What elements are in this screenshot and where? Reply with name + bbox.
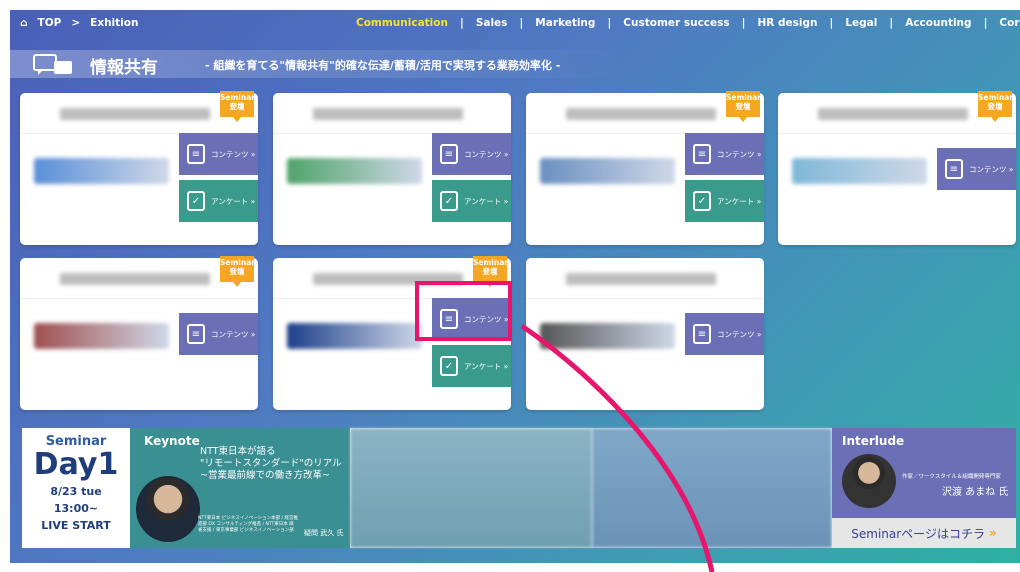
- interlude-label: Interlude: [842, 434, 905, 448]
- exhibitor-card[interactable]: ≡ コンテンツ » ✓ アンケート »: [273, 93, 511, 245]
- live-start-label: LIVE START: [41, 519, 111, 532]
- interlude-speaker-name: 沢渡 あまね 氏: [942, 487, 1009, 498]
- breadcrumb-exhibition[interactable]: Exhition: [90, 17, 138, 29]
- exhibitor-name: [60, 108, 210, 120]
- exhibitor-card[interactable]: Seminar 登壇 ≡ コンテンツ »: [778, 91, 1016, 245]
- exhibitor-logo: [287, 323, 422, 349]
- content-button[interactable]: ≡ コンテンツ »: [432, 133, 511, 175]
- survey-button[interactable]: ✓ アンケート »: [432, 180, 511, 222]
- nav-divider: |: [741, 17, 746, 29]
- document-icon: ≡: [187, 144, 205, 164]
- breadcrumb-home[interactable]: TOP: [38, 17, 62, 29]
- checkbox-icon: ✓: [440, 356, 458, 376]
- nav-accounting[interactable]: Accounting: [899, 17, 977, 29]
- breadcrumb-separator: >: [71, 17, 81, 29]
- survey-button[interactable]: ✓ アンケート »: [179, 180, 258, 222]
- document-icon: ≡: [693, 144, 711, 164]
- seminar-badge: Seminar 登壇: [220, 256, 255, 287]
- page-title: 情報共有: [90, 58, 158, 78]
- seminar-badge: Seminar 登壇: [978, 91, 1013, 122]
- session-panel-blurred: [350, 428, 592, 548]
- document-icon: ≡: [945, 159, 963, 179]
- content-button[interactable]: ≡ コンテンツ »: [685, 313, 764, 355]
- exhibitor-logo: [287, 158, 422, 184]
- category-nav: Communication | Sales | Marketing | Cust…: [350, 17, 1020, 29]
- breadcrumb: ⌂ TOP > Exhition: [20, 17, 138, 29]
- seminar-banner[interactable]: Seminar Day1 8/23 tue 13:00~ LIVE START …: [22, 428, 1016, 548]
- nav-divider: |: [459, 17, 464, 29]
- exhibitor-name: [566, 273, 716, 285]
- interlude-speaker-photo: [842, 454, 896, 508]
- keynote-label: Keynote: [144, 434, 200, 448]
- nav-communication[interactable]: Communication: [350, 17, 454, 29]
- exhibitor-card[interactable]: Seminar 登壇 ≡ コンテンツ » ✓ アンケート »: [20, 91, 258, 245]
- document-icon: ≡: [440, 144, 458, 164]
- keynote-speaker-affiliation: NTT東日本 ビジネスイノベーション本部 / 経営推進部 DX コンサルティング…: [198, 516, 299, 533]
- seminar-day-panel: Seminar Day1 8/23 tue 13:00~ LIVE START: [22, 428, 130, 548]
- nav-marketing[interactable]: Marketing: [529, 17, 601, 29]
- checkbox-icon: ✓: [440, 191, 458, 211]
- session-panel-blurred: [592, 428, 832, 548]
- exhibitor-logo: [34, 323, 169, 349]
- seminar-badge: Seminar 登壇: [473, 256, 508, 287]
- chevron-right-icon: »: [988, 526, 997, 540]
- exhibitor-name: [313, 108, 463, 120]
- exhibitor-card[interactable]: Seminar 登壇 ≡ コンテンツ » ✓ アンケート »: [526, 91, 764, 245]
- exhibitor-card[interactable]: Seminar 登壇 ≡ コンテンツ »: [20, 256, 258, 410]
- nav-divider: |: [607, 17, 612, 29]
- exhibitor-logo: [540, 158, 675, 184]
- nav-divider: |: [983, 17, 988, 29]
- nav-divider: |: [889, 17, 894, 29]
- keynote-speaker-photo: [136, 476, 200, 542]
- interlude-speaker-role: 作家／ワークスタイル＆組織開発専門家: [902, 474, 1001, 480]
- seminar-badge: Seminar 登壇: [726, 91, 761, 122]
- interlude-panel: Interlude 作家／ワークスタイル＆組織開発専門家 沢渡 あまね 氏 Se…: [832, 428, 1016, 548]
- nav-customer-success[interactable]: Customer success: [617, 17, 735, 29]
- content-button[interactable]: ≡ コンテンツ »: [179, 313, 258, 355]
- content-button[interactable]: ≡ コンテンツ »: [179, 133, 258, 175]
- highlight-box: [415, 281, 512, 341]
- keynote-panel: Keynote NTT東日本が語る "リモートスタンダード"のリアル ~営業最前…: [130, 428, 350, 548]
- nav-sales[interactable]: Sales: [470, 17, 514, 29]
- exhibitor-logo: [540, 323, 675, 349]
- survey-button[interactable]: ✓ アンケート »: [685, 180, 764, 222]
- nav-divider: |: [519, 17, 524, 29]
- exhibitor-logo: [792, 158, 927, 184]
- nav-divider: |: [829, 17, 834, 29]
- top-navigation: ⌂ TOP > Exhition Communication | Sales |…: [10, 10, 1020, 36]
- category-header: 情報共有 - 組織を育てる"情報共有"的確な伝達/蓄積/活用で実現する業務効率化…: [10, 50, 1020, 78]
- checkbox-icon: ✓: [187, 191, 205, 211]
- document-icon: ≡: [187, 324, 205, 344]
- exhibitor-logo: [34, 158, 169, 184]
- keynote-speaker-name: 疑問 武久 氏: [304, 529, 344, 537]
- keynote-title: NTT東日本が語る "リモートスタンダード"のリアル ~営業最前線での働き方改革…: [200, 446, 342, 481]
- chat-bubbles-icon: [33, 54, 72, 75]
- exhibitor-name: [818, 108, 968, 120]
- content-button[interactable]: ≡ コンテンツ »: [937, 148, 1016, 190]
- document-icon: ≡: [693, 324, 711, 344]
- seminar-page-link[interactable]: Seminarページはコチラ »: [832, 518, 1016, 548]
- survey-button[interactable]: ✓ アンケート »: [432, 345, 511, 387]
- nav-legal[interactable]: Legal: [839, 17, 883, 29]
- day-label: Day1: [33, 447, 119, 482]
- content-button[interactable]: ≡ コンテンツ »: [685, 133, 764, 175]
- checkbox-icon: ✓: [693, 191, 711, 211]
- seminar-date: 8/23 tue: [50, 485, 102, 498]
- seminar-badge: Seminar 登壇: [220, 91, 255, 122]
- exhibitor-name: [566, 108, 716, 120]
- nav-corporate-governance[interactable]: Corporate governance: [993, 17, 1020, 29]
- exhibitor-name: [60, 273, 210, 285]
- exhibition-page: ⌂ TOP > Exhition Communication | Sales |…: [10, 10, 1020, 563]
- exhibitor-card[interactable]: ≡ コンテンツ »: [526, 258, 764, 410]
- seminar-time: 13:00~: [53, 502, 99, 515]
- home-icon[interactable]: ⌂: [20, 17, 28, 29]
- nav-hr-design[interactable]: HR design: [751, 17, 823, 29]
- page-subtitle: - 組織を育てる"情報共有"的確な伝達/蓄積/活用で実現する業務効率化 -: [205, 59, 561, 72]
